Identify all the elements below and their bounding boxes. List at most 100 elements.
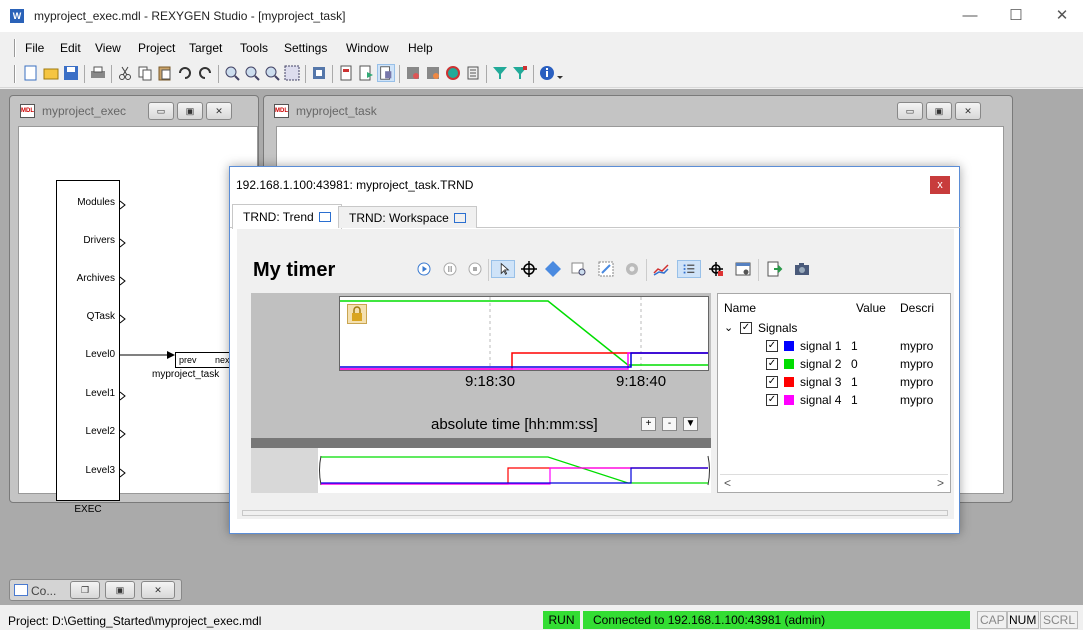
signal-row[interactable]: ✓ signal 2 0 mypro: [718, 356, 950, 373]
filter2-icon[interactable]: [511, 64, 529, 82]
line-chart-icon[interactable]: [652, 260, 670, 278]
menu-file[interactable]: File: [25, 41, 44, 55]
new-file-icon[interactable]: [22, 64, 40, 82]
menu-project[interactable]: Project: [138, 41, 175, 55]
exec-maximize-button[interactable]: ▣: [177, 102, 203, 120]
signal-row[interactable]: ✓ signal 1 1 mypro: [718, 338, 950, 355]
close-button[interactable]: ✕: [141, 581, 175, 599]
signal-checkbox[interactable]: ✓: [766, 376, 778, 388]
signal-row[interactable]: ✓ signal 4 1 mypro: [718, 392, 950, 409]
chevron-down-icon[interactable]: ⌄: [724, 321, 733, 334]
trend-dialog[interactable]: 192.168.1.100:43981: myproject_task.TRND…: [229, 166, 961, 534]
maximize-button[interactable]: ▣: [105, 581, 135, 599]
scroll-left-button[interactable]: <: [724, 476, 731, 490]
popout-icon[interactable]: [453, 213, 466, 223]
menu-settings[interactable]: Settings: [284, 41, 327, 55]
dialog-bottom-scrollbar[interactable]: [242, 510, 948, 516]
redo-icon[interactable]: [196, 64, 214, 82]
popout-icon[interactable]: [318, 212, 331, 222]
col-description[interactable]: Descri: [900, 301, 934, 315]
save-icon[interactable]: [62, 64, 80, 82]
signal-row[interactable]: ✓ signal 3 1 mypro: [718, 374, 950, 391]
download-icon[interactable]: [357, 64, 375, 82]
axis-zoom-in-button[interactable]: +: [641, 417, 656, 431]
zoom-window-icon[interactable]: [283, 64, 301, 82]
minimized-console-window[interactable]: Co... ❐ ▣ ✕: [9, 579, 182, 601]
pointer-icon[interactable]: [491, 260, 515, 278]
axis-zoom-out-button[interactable]: -: [662, 417, 677, 431]
diagnostics-icon[interactable]: [404, 64, 422, 82]
exec-minimize-button[interactable]: ▭: [148, 102, 174, 120]
close-window-button[interactable]: ✕: [1042, 6, 1082, 26]
menu-target[interactable]: Target: [189, 41, 222, 55]
export-icon[interactable]: [765, 260, 783, 278]
zoom-icon[interactable]: [570, 260, 588, 278]
maximize-button[interactable]: ☐: [996, 6, 1036, 26]
axis-menu-button[interactable]: ▼: [683, 417, 698, 431]
print-icon[interactable]: [89, 64, 107, 82]
signals-group-row[interactable]: ⌄ ✓ Signals: [718, 320, 950, 337]
filter-icon[interactable]: [491, 64, 509, 82]
col-name[interactable]: Name: [724, 301, 756, 315]
zoom-out-icon[interactable]: [243, 64, 261, 82]
play-icon[interactable]: [415, 260, 433, 278]
task-close-button[interactable]: ✕: [955, 102, 981, 120]
tab-workspace[interactable]: TRND: Workspace: [338, 206, 477, 228]
stop-icon[interactable]: [466, 260, 484, 278]
settings-icon[interactable]: [444, 64, 462, 82]
exec-window-header[interactable]: MDL myproject_exec ▭ ▣ ✕: [10, 96, 258, 126]
camera-icon[interactable]: [793, 260, 811, 278]
block-props-icon[interactable]: [337, 64, 355, 82]
pause-icon[interactable]: [441, 260, 459, 278]
gear-icon[interactable]: [623, 260, 641, 278]
info-icon[interactable]: [538, 64, 556, 82]
list-icon[interactable]: [464, 64, 482, 82]
minimize-button[interactable]: —: [950, 6, 990, 26]
exec-canvas[interactable]: Modules Drivers Archives QTask Level0 Le…: [18, 126, 258, 515]
dialog-close-button[interactable]: x: [930, 176, 950, 194]
signal-checkbox[interactable]: ✓: [766, 394, 778, 406]
zoom-fit-icon[interactable]: [597, 260, 615, 278]
zoom-in-icon[interactable]: [223, 64, 241, 82]
pan-icon[interactable]: [544, 260, 562, 278]
task-maximize-button[interactable]: ▣: [926, 102, 952, 120]
cursor-marker-icon[interactable]: [707, 260, 725, 278]
restore-button[interactable]: ❐: [70, 581, 100, 599]
trend-plot[interactable]: [339, 296, 709, 371]
overview-strip[interactable]: [318, 448, 711, 493]
signals-hscrollbar[interactable]: < >: [720, 474, 948, 490]
crosshair-icon[interactable]: [520, 260, 538, 278]
copy-icon[interactable]: [136, 64, 154, 82]
add-window-icon[interactable]: [734, 260, 752, 278]
signals-panel[interactable]: Name Value Descri ⌄ ✓ Signals ✓ signal 1…: [717, 293, 951, 493]
connect-icon[interactable]: [424, 64, 442, 82]
tick-label: 9:18:40: [616, 373, 667, 390]
menu-edit[interactable]: Edit: [60, 41, 81, 55]
tab-trend[interactable]: TRND: Trend: [232, 204, 342, 229]
task-minimize-button[interactable]: ▭: [897, 102, 923, 120]
exec-block[interactable]: Modules Drivers Archives QTask Level0 Le…: [56, 180, 120, 501]
compile-icon[interactable]: [310, 64, 328, 82]
scroll-right-button[interactable]: >: [937, 476, 944, 490]
exec-window[interactable]: MDL myproject_exec ▭ ▣ ✕ Modules Drivers…: [9, 95, 259, 515]
chevron-down-icon[interactable]: [556, 64, 564, 82]
menu-view[interactable]: View: [95, 41, 121, 55]
menu-tools[interactable]: Tools: [240, 41, 268, 55]
overview-splitter[interactable]: [251, 438, 711, 448]
paste-icon[interactable]: [156, 64, 174, 82]
task-window-header[interactable]: MDL myproject_task ▭ ▣ ✕: [264, 96, 1012, 126]
group-checkbox[interactable]: ✓: [740, 322, 752, 334]
open-folder-icon[interactable]: [42, 64, 60, 82]
zoom-fit-icon[interactable]: [263, 64, 281, 82]
undo-icon[interactable]: [176, 64, 194, 82]
signal-checkbox[interactable]: ✓: [766, 358, 778, 370]
exec-close-button[interactable]: ✕: [206, 102, 232, 120]
signal-checkbox[interactable]: ✓: [766, 340, 778, 352]
menu-help[interactable]: Help: [408, 41, 433, 55]
lock-icon[interactable]: [347, 304, 367, 324]
col-value[interactable]: Value: [856, 301, 886, 315]
menu-window[interactable]: Window: [346, 41, 389, 55]
legend-list-icon[interactable]: [677, 260, 701, 278]
cut-icon[interactable]: [116, 64, 134, 82]
watch-icon[interactable]: [377, 64, 395, 82]
